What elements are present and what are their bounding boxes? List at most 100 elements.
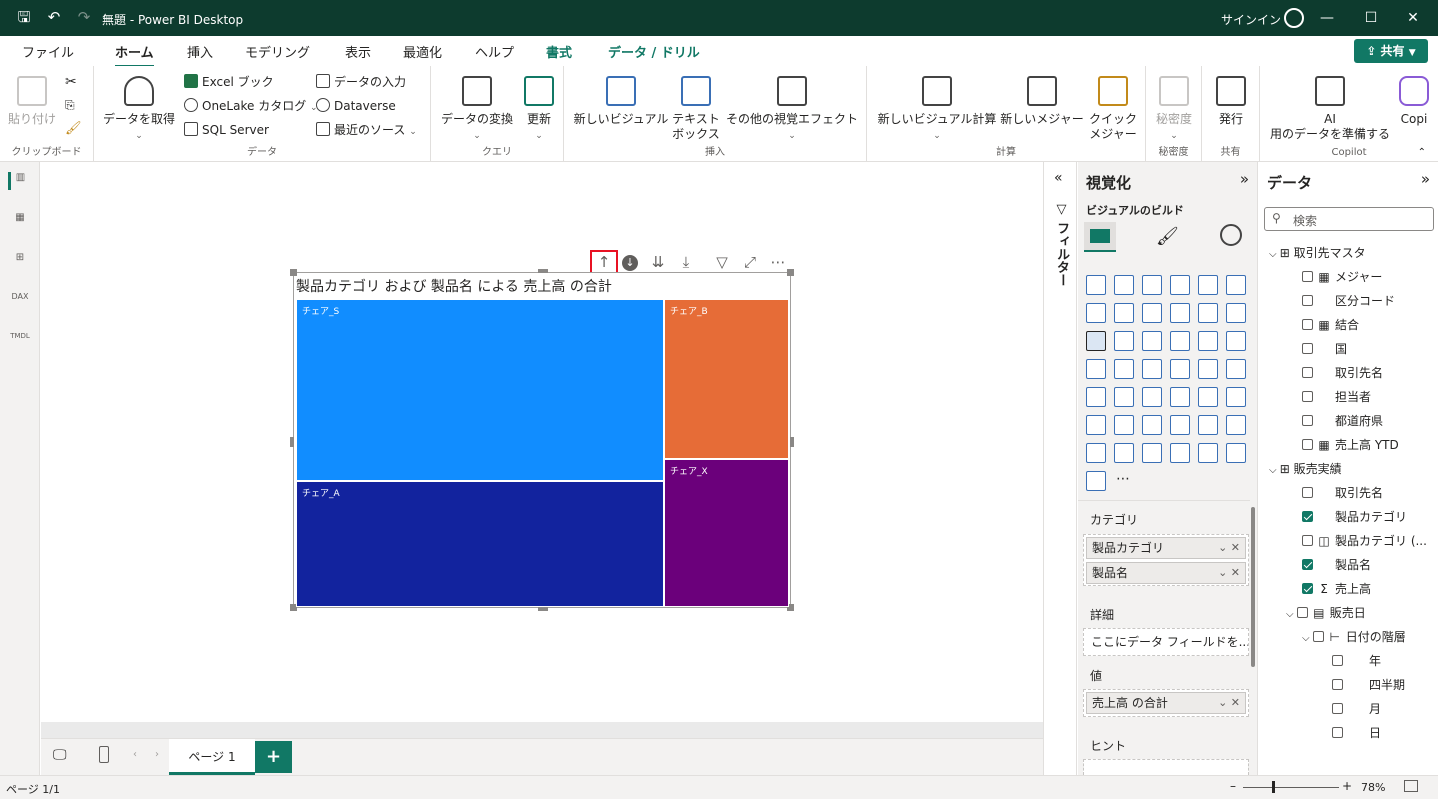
treemap-tile-s[interactable]: チェア_S	[296, 299, 664, 481]
build-visual-tab[interactable]	[1084, 222, 1116, 252]
visual-type-icon[interactable]	[1114, 275, 1134, 295]
next-page-icon[interactable]: ›	[155, 749, 159, 760]
new-visual-calculation-button[interactable]: 新しいビジュアル計算 ⌄	[875, 76, 999, 144]
field-item[interactable]: 年	[1332, 651, 1381, 671]
table-view-icon[interactable]: ▦	[10, 212, 30, 230]
zoom-slider[interactable]	[1243, 787, 1339, 788]
visual-type-icon[interactable]	[1142, 387, 1162, 407]
visual-type-icon[interactable]	[1226, 359, 1246, 379]
field-checkbox[interactable]	[1302, 487, 1313, 498]
remove-field-icon[interactable]: ⌄ ✕	[1218, 538, 1240, 558]
field-checkbox[interactable]	[1302, 535, 1313, 546]
field-checkbox[interactable]	[1302, 559, 1313, 570]
analytics-icon[interactable]	[1220, 224, 1242, 246]
visual-type-icon[interactable]	[1142, 275, 1162, 295]
field-checkbox[interactable]	[1332, 703, 1343, 714]
new-measure-button[interactable]: 新しいメジャー	[999, 76, 1085, 127]
remove-field-icon[interactable]: ⌄ ✕	[1218, 563, 1240, 583]
visual-type-icon[interactable]	[1142, 359, 1162, 379]
visual-type-icon[interactable]	[1086, 303, 1106, 323]
mobile-layout-icon[interactable]	[99, 746, 109, 763]
treemap-tile-a[interactable]: チェア_A	[296, 481, 664, 607]
enter-data-button[interactable]: データの入力	[316, 74, 406, 90]
model-view-icon[interactable]: ⊞	[10, 252, 30, 270]
zoom-out-icon[interactable]: –	[1230, 779, 1236, 793]
share-button[interactable]: ⇪ 共有 ▼	[1354, 39, 1428, 63]
visual-type-icon[interactable]	[1226, 415, 1246, 435]
copilot-button[interactable]: Copi	[1394, 76, 1434, 127]
field-checkbox[interactable]	[1302, 583, 1313, 594]
search-input[interactable]: 検索	[1293, 212, 1317, 229]
visual-type-icon[interactable]	[1226, 303, 1246, 323]
maximize-icon[interactable]: ☐	[1356, 6, 1386, 30]
remove-field-icon[interactable]: ⌄ ✕	[1218, 693, 1240, 713]
tab-modeling[interactable]: モデリング	[245, 42, 310, 61]
visual-type-icon[interactable]	[1170, 303, 1190, 323]
tab-optimize[interactable]: 最適化	[403, 42, 442, 61]
field-checkbox[interactable]	[1332, 727, 1343, 738]
collapse-ribbon-icon[interactable]: ⌃	[1418, 147, 1426, 158]
excel-workbook-button[interactable]: Excel ブック	[184, 74, 274, 90]
field-item[interactable]: 国	[1302, 339, 1347, 359]
get-data-button[interactable]: データを取得 ⌄	[102, 76, 176, 144]
field-checkbox[interactable]	[1302, 367, 1313, 378]
zoom-in-icon[interactable]: +	[1342, 779, 1352, 793]
visual-type-icon[interactable]	[1086, 359, 1106, 379]
visual-type-icon[interactable]	[1114, 359, 1134, 379]
redo-icon[interactable]: ↷	[74, 8, 94, 26]
visual-type-icon[interactable]	[1198, 359, 1218, 379]
field-checkbox[interactable]	[1332, 679, 1343, 690]
add-page-button[interactable]: +	[255, 741, 292, 773]
tab-view[interactable]: 表示	[345, 42, 371, 61]
drill-up-icon[interactable]: ↑	[590, 250, 618, 274]
field-item[interactable]: ⌵ ⊢ 日付の階層	[1302, 627, 1406, 647]
visual-type-icon[interactable]	[1226, 443, 1246, 463]
dax-query-view-icon[interactable]: DAX	[10, 292, 30, 310]
undo-icon[interactable]: ↶	[44, 8, 64, 26]
field-item[interactable]: ▦ 結合	[1302, 315, 1359, 335]
previous-page-icon[interactable]: ‹	[133, 749, 137, 760]
visual-type-icon[interactable]	[1198, 415, 1218, 435]
field-item[interactable]: 都道府県	[1302, 411, 1383, 431]
visual-type-icon[interactable]	[1198, 331, 1218, 351]
tab-data-drill[interactable]: データ / ドリル	[608, 42, 700, 61]
next-level-icon[interactable]: ⇊	[648, 252, 668, 272]
field-checkbox[interactable]	[1302, 319, 1313, 330]
tab-format[interactable]: 書式	[546, 42, 572, 61]
field-checkbox[interactable]	[1296, 607, 1308, 618]
paste-button[interactable]: 貼り付け	[6, 76, 58, 127]
visual-type-icon[interactable]	[1198, 443, 1218, 463]
field-item[interactable]: 月	[1332, 699, 1381, 719]
field-item[interactable]: 四半期	[1332, 675, 1405, 695]
account-icon[interactable]	[1284, 8, 1304, 28]
field-item[interactable]: 取引先名	[1302, 483, 1383, 503]
cut-icon[interactable]: ✂	[65, 74, 77, 90]
field-checkbox[interactable]	[1302, 415, 1313, 426]
collapse-data-icon[interactable]: »	[1421, 170, 1430, 188]
field-checkbox[interactable]	[1312, 631, 1324, 642]
more-visuals-icon[interactable]: ⋯	[1116, 471, 1130, 487]
resize-handle[interactable]	[290, 269, 297, 276]
more-visuals-button[interactable]: その他の視覚エフェクト ⌄	[724, 76, 860, 144]
visual-type-icon[interactable]	[1142, 331, 1162, 351]
visual-type-icon[interactable]	[1226, 331, 1246, 351]
visual-type-icon[interactable]	[1142, 303, 1162, 323]
text-box-button[interactable]: テキスト ボックス	[670, 76, 722, 142]
save-icon[interactable]: 🖫	[14, 8, 34, 26]
field-pill-product-name[interactable]: 製品名 ⌄ ✕	[1086, 562, 1246, 584]
field-item[interactable]: 製品カテゴリ	[1302, 507, 1407, 527]
tab-insert[interactable]: 挿入	[187, 42, 213, 61]
drill-down-on-icon[interactable]: ↓	[620, 252, 640, 272]
visual-type-icon[interactable]	[1086, 415, 1106, 435]
chevron-down-icon[interactable]: ⌵	[1286, 609, 1297, 620]
visual-type-icon[interactable]	[1086, 443, 1106, 463]
visual-type-icon[interactable]	[1226, 387, 1246, 407]
expand-hierarchy-icon[interactable]: ⤓	[676, 252, 696, 272]
resize-handle[interactable]	[787, 269, 794, 276]
fit-to-page-icon[interactable]	[1404, 780, 1418, 792]
filters-pane[interactable]: « ▽ フィルター	[1043, 162, 1077, 775]
sql-server-button[interactable]: SQL Server	[184, 122, 269, 138]
visual-type-icon[interactable]	[1170, 275, 1190, 295]
resize-handle[interactable]	[538, 269, 548, 273]
recent-sources-button[interactable]: 最近のソース ⌄	[316, 122, 417, 140]
